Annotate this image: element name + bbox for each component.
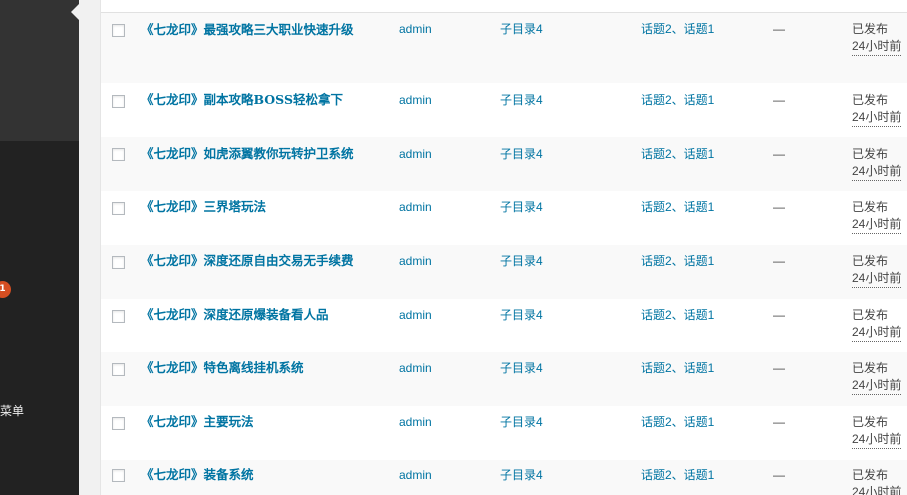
post-author-link[interactable]: admin <box>399 360 432 377</box>
post-date: 24小时前 <box>852 431 902 449</box>
post-comments: — <box>773 93 785 107</box>
post-tags-links[interactable]: 话题2、话题1 <box>641 253 714 270</box>
post-comments: — <box>773 415 785 429</box>
table-row: 《七龙印》主要玩法 admin 子目录4 话题2、话题1 — 已发布 24小时前 <box>101 406 907 460</box>
post-author-link[interactable]: admin <box>399 414 432 431</box>
post-category-link[interactable]: 子目录4 <box>500 467 543 484</box>
post-tags-links[interactable]: 话题2、话题1 <box>641 199 714 216</box>
post-status: 已发布 <box>852 361 889 375</box>
post-comments: — <box>773 468 785 482</box>
admin-sidebar: 1 菜单 <box>0 0 79 495</box>
post-author-link[interactable]: admin <box>399 21 432 38</box>
post-status: 已发布 <box>852 147 889 161</box>
post-category-link[interactable]: 子目录4 <box>500 414 543 431</box>
post-title-link[interactable]: 《七龙印》装备系统 <box>141 466 421 483</box>
post-date: 24小时前 <box>852 270 902 288</box>
table-row: 《七龙印》特色离线挂机系统 admin 子目录4 话题2、话题1 — 已发布 2… <box>101 352 907 406</box>
post-category-link[interactable]: 子目录4 <box>500 253 543 270</box>
table-row: 《七龙印》最强攻略三大职业快速升级 admin 子目录4 话题2、话题1 — 已… <box>101 13 907 83</box>
row-checkbox[interactable] <box>112 256 125 269</box>
post-date: 24小时前 <box>852 163 902 181</box>
table-row: 《七龙印》三界塔玩法 admin 子目录4 话题2、话题1 — 已发布 24小时… <box>101 191 907 245</box>
post-category-link[interactable]: 子目录4 <box>500 146 543 163</box>
post-author-link[interactable]: admin <box>399 253 432 270</box>
post-title-link[interactable]: 《七龙印》深度还原自由交易无手续费 <box>141 252 421 269</box>
post-title-link[interactable]: 《七龙印》三界塔玩法 <box>141 198 421 215</box>
post-title-link[interactable]: 《七龙印》最强攻略三大职业快速升级 <box>141 21 381 38</box>
update-count-badge: 1 <box>0 281 11 298</box>
post-category-link[interactable]: 子目录4 <box>500 307 543 324</box>
row-checkbox[interactable] <box>112 363 125 376</box>
post-status: 已发布 <box>852 468 889 482</box>
post-title-link[interactable]: 《七龙印》主要玩法 <box>141 413 421 430</box>
post-date: 24小时前 <box>852 216 902 234</box>
row-checkbox[interactable] <box>112 24 125 37</box>
posts-table: 《七龙印》最强攻略三大职业快速升级 admin 子目录4 话题2、话题1 — 已… <box>100 0 907 495</box>
row-checkbox[interactable] <box>112 417 125 430</box>
post-comments: — <box>773 308 785 322</box>
post-title-link[interactable]: 《七龙印》如虎添翼教你玩转护卫系统 <box>141 145 421 162</box>
row-checkbox[interactable] <box>112 310 125 323</box>
post-date: 24小时前 <box>852 484 901 495</box>
table-row: 《七龙印》副本攻略BOSS轻松拿下 admin 子目录4 话题2、话题1 — 已… <box>101 83 907 137</box>
post-tags-links[interactable]: 话题2、话题1 <box>641 307 714 324</box>
row-checkbox[interactable] <box>112 202 125 215</box>
post-status: 已发布 <box>852 22 889 36</box>
post-status: 已发布 <box>852 93 889 107</box>
post-status: 已发布 <box>852 200 889 214</box>
post-tags-links[interactable]: 话题2、话题1 <box>641 146 714 163</box>
post-title-link[interactable]: 《七龙印》副本攻略BOSS轻松拿下 <box>141 91 421 108</box>
post-tags-links[interactable]: 话题2、话题1 <box>641 414 714 431</box>
current-menu-arrow-icon <box>71 4 79 20</box>
post-category-link[interactable]: 子目录4 <box>500 92 543 109</box>
post-author-link[interactable]: admin <box>399 467 432 484</box>
post-author-link[interactable]: admin <box>399 199 432 216</box>
post-category-link[interactable]: 子目录4 <box>500 199 543 216</box>
row-checkbox[interactable] <box>112 469 125 482</box>
post-author-link[interactable]: admin <box>399 146 432 163</box>
sidebar-active-menu[interactable] <box>0 0 79 141</box>
post-author-link[interactable]: admin <box>399 92 432 109</box>
post-category-link[interactable]: 子目录4 <box>500 21 543 38</box>
table-row: 《七龙印》如虎添翼教你玩转护卫系统 admin 子目录4 话题2、话题1 — 已… <box>101 137 907 191</box>
table-row: 《七龙印》深度还原自由交易无手续费 admin 子目录4 话题2、话题1 — 已… <box>101 245 907 299</box>
table-row: 《七龙印》深度还原爆装备看人品 admin 子目录4 话题2、话题1 — 已发布… <box>101 299 907 352</box>
post-tags-links[interactable]: 话题2、话题1 <box>641 92 714 109</box>
post-date: 24小时前 <box>852 38 902 56</box>
post-date: 24小时前 <box>852 109 902 127</box>
post-comments: — <box>773 254 785 268</box>
post-title-link[interactable]: 《七龙印》特色离线挂机系统 <box>141 359 421 376</box>
content-gutter <box>79 0 100 495</box>
row-checkbox[interactable] <box>112 95 125 108</box>
post-comments: — <box>773 200 785 214</box>
post-status: 已发布 <box>852 415 889 429</box>
post-author-link[interactable]: admin <box>399 307 432 324</box>
post-status: 已发布 <box>852 254 889 268</box>
post-comments: — <box>773 22 785 36</box>
post-comments: — <box>773 361 785 375</box>
post-tags-links[interactable]: 话题2、话题1 <box>641 467 714 484</box>
sidebar-item-menus[interactable]: 菜单 <box>0 402 24 419</box>
post-comments: — <box>773 147 785 161</box>
post-category-link[interactable]: 子目录4 <box>500 360 543 377</box>
post-date: 24小时前 <box>852 377 902 395</box>
post-date: 24小时前 <box>852 324 902 342</box>
post-tags-links[interactable]: 话题2、话题1 <box>641 21 714 38</box>
table-row: 《七龙印》装备系统 admin 子目录4 话题2、话题1 — 已发布 24小时前 <box>101 460 907 495</box>
post-tags-links[interactable]: 话题2、话题1 <box>641 360 714 377</box>
post-title-link[interactable]: 《七龙印》深度还原爆装备看人品 <box>141 306 421 323</box>
row-checkbox[interactable] <box>112 148 125 161</box>
post-status: 已发布 <box>852 308 889 322</box>
